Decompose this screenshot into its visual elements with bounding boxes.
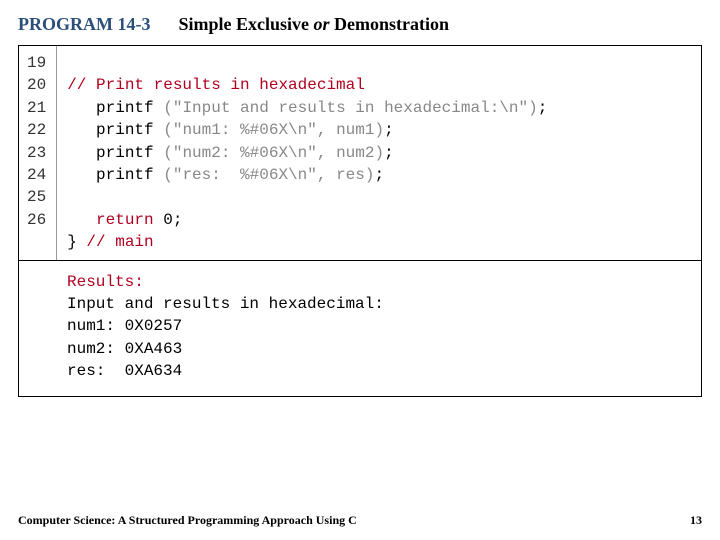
code-line	[67, 188, 77, 206]
code-comment: // main	[86, 233, 153, 251]
code-line: printf ("num1: %#06X\n", num1);	[67, 121, 393, 139]
code-lines: // Print results in hexadecimal printf (…	[57, 46, 557, 260]
results-label: Results:	[67, 273, 144, 291]
code-comment: // Print results in hexadecimal	[67, 76, 365, 94]
slide-footer: Computer Science: A Structured Programmi…	[18, 513, 702, 528]
results-line: Input and results in hexadecimal:	[67, 295, 384, 313]
results-block: Results: Input and results in hexadecima…	[19, 260, 701, 397]
line-number: 19	[27, 52, 46, 74]
title-suffix: Demonstration	[330, 14, 450, 34]
code-line: printf ("res: %#06X\n", res);	[67, 166, 384, 184]
line-number: 21	[27, 97, 46, 119]
title-italic: or	[314, 14, 330, 34]
line-number: 22	[27, 119, 46, 141]
code-line: printf ("Input and results in hexadecima…	[67, 99, 547, 117]
code-line: printf ("num2: %#06X\n", num2);	[67, 144, 393, 162]
code-region: 19 20 21 22 23 24 25 26 // Print results…	[18, 45, 702, 397]
code-line: return 0;	[67, 211, 182, 229]
footer-page-number: 13	[690, 513, 702, 528]
code-line: } // main	[67, 233, 153, 251]
line-number: 23	[27, 142, 46, 164]
line-number: 26	[27, 209, 46, 231]
results-line: res: 0XA634	[67, 362, 182, 380]
slide-header: PROGRAM 14-3 Simple Exclusive or Demonst…	[0, 0, 720, 45]
results-line: num2: 0XA463	[67, 340, 182, 358]
code-block: 19 20 21 22 23 24 25 26 // Print results…	[19, 46, 701, 260]
footer-book-title: Computer Science: A Structured Programmi…	[18, 513, 357, 528]
line-number-gutter: 19 20 21 22 23 24 25 26	[19, 46, 57, 260]
line-number: 20	[27, 74, 46, 96]
code-line: // Print results in hexadecimal	[67, 76, 365, 94]
slide-title: Simple Exclusive or Demonstration	[178, 14, 449, 35]
results-line: num1: 0X0257	[67, 317, 182, 335]
title-prefix: Simple Exclusive	[178, 14, 313, 34]
line-number: 24	[27, 164, 46, 186]
line-number: 25	[27, 186, 46, 208]
program-label: PROGRAM 14-3	[18, 14, 150, 35]
